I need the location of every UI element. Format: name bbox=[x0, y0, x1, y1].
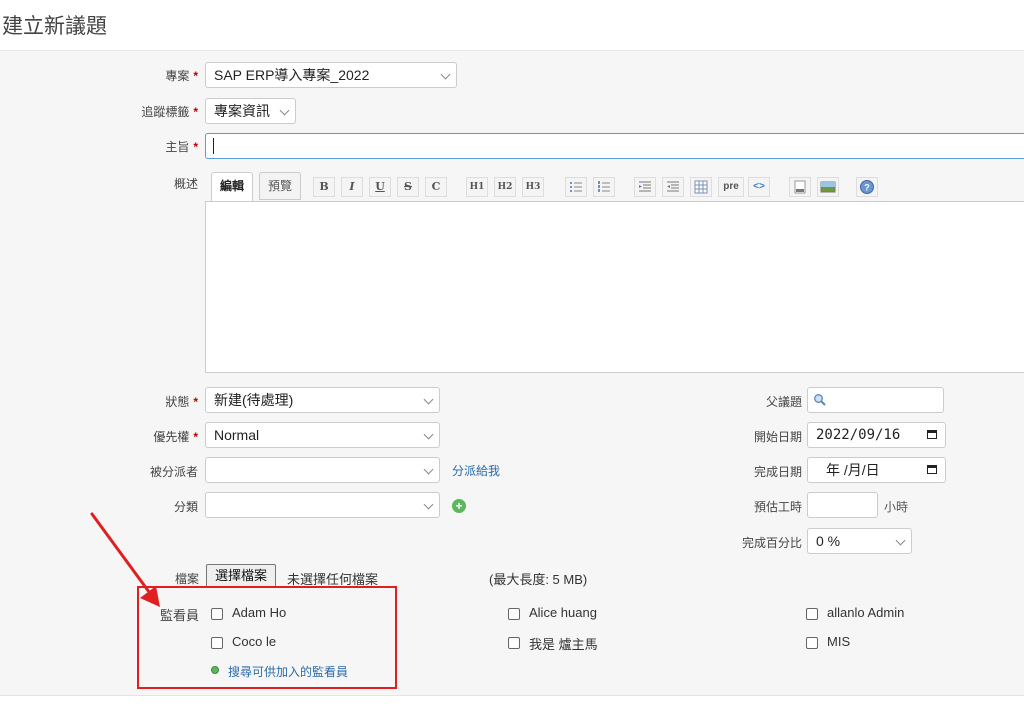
watcher-name: Alice huang bbox=[529, 605, 597, 620]
estimated-time-input[interactable] bbox=[807, 492, 878, 518]
watcher-name: MIS bbox=[827, 634, 851, 649]
tracker-label: 追蹤標籤 * bbox=[141, 105, 198, 119]
italic-icon[interactable]: I bbox=[341, 177, 363, 197]
pre-icon[interactable]: pre bbox=[718, 177, 744, 197]
heading1-icon[interactable]: H1 bbox=[466, 177, 488, 197]
project-label: 專案 * bbox=[165, 69, 198, 83]
choose-file-button[interactable]: 選擇檔案 bbox=[206, 564, 277, 588]
tracker-select[interactable]: 專案資訊 bbox=[205, 98, 296, 124]
chevron-down-icon bbox=[423, 394, 434, 405]
calendar-icon[interactable] bbox=[927, 465, 937, 474]
watcher-name: 我是 爐主馬 bbox=[529, 637, 598, 652]
done-ratio-select[interactable]: 0 % bbox=[807, 528, 912, 554]
calendar-icon[interactable] bbox=[927, 430, 937, 439]
svg-text:?: ? bbox=[864, 183, 870, 193]
underline-icon[interactable]: U bbox=[369, 177, 391, 197]
hours-unit: 小時 bbox=[884, 500, 909, 514]
chevron-down-icon bbox=[895, 535, 906, 546]
start-date-label: 開始日期 bbox=[753, 430, 802, 444]
subject-label: 主旨 * bbox=[165, 140, 198, 154]
code-inline-icon[interactable]: C bbox=[425, 177, 447, 197]
watcher-name: allanlo Admin bbox=[827, 605, 905, 620]
status-select[interactable]: 新建(待處理) bbox=[205, 387, 440, 413]
image-icon[interactable] bbox=[817, 177, 839, 197]
estimated-time-label: 預估工時 bbox=[753, 500, 802, 514]
chevron-down-icon bbox=[423, 464, 434, 475]
ordered-list-icon[interactable] bbox=[593, 177, 615, 197]
tab-preview[interactable]: 預覽 bbox=[259, 172, 302, 200]
due-date-label: 完成日期 bbox=[753, 465, 802, 479]
help-icon[interactable]: ? bbox=[856, 177, 878, 197]
assign-to-me-link[interactable]: 分派給我 bbox=[452, 462, 500, 479]
chevron-down-icon bbox=[440, 69, 451, 80]
add-category-icon[interactable]: + bbox=[452, 499, 466, 513]
status-label: 狀態 * bbox=[165, 395, 198, 409]
due-date-input[interactable]: 年 /月/日 bbox=[807, 457, 946, 483]
done-ratio-label: 完成百分比 bbox=[741, 536, 802, 550]
strikethrough-icon[interactable]: S bbox=[397, 177, 419, 197]
priority-label: 優先權 * bbox=[153, 430, 198, 444]
watcher-checkbox[interactable] bbox=[806, 608, 818, 620]
description-textarea[interactable] bbox=[205, 201, 1024, 373]
watcher-checkbox[interactable] bbox=[508, 637, 520, 649]
code-highlight-icon[interactable]: <> bbox=[748, 177, 770, 197]
category-select[interactable] bbox=[205, 492, 440, 518]
assignee-select[interactable] bbox=[205, 457, 440, 483]
text-cursor bbox=[213, 138, 214, 154]
start-date-input[interactable]: 2022/09/16 bbox=[807, 422, 946, 448]
bold-icon[interactable]: B bbox=[313, 177, 335, 197]
search-icon bbox=[814, 394, 826, 406]
subject-input[interactable] bbox=[205, 133, 1024, 159]
chevron-down-icon bbox=[423, 429, 434, 440]
description-label: 概述 bbox=[173, 177, 198, 191]
assignee-label: 被分派者 bbox=[149, 465, 198, 479]
watcher-checkbox[interactable] bbox=[806, 637, 818, 649]
project-select[interactable]: SAP ERP導入專案_2022 bbox=[205, 62, 457, 88]
parent-issue-input[interactable] bbox=[807, 387, 944, 413]
watcher-checkbox[interactable] bbox=[508, 608, 520, 620]
max-size-text: (最大長度: 5 MB) bbox=[489, 572, 588, 587]
chevron-down-icon bbox=[423, 499, 434, 510]
parent-issue-label: 父議題 bbox=[765, 395, 802, 409]
unordered-list-icon[interactable] bbox=[565, 177, 587, 197]
indent-left-icon[interactable] bbox=[662, 177, 684, 197]
annotation-arrow-icon bbox=[90, 512, 160, 607]
page-title: 建立新議題 bbox=[2, 15, 107, 38]
tab-edit[interactable]: 編輯 bbox=[211, 172, 254, 202]
indent-right-icon[interactable] bbox=[634, 177, 656, 197]
heading3-icon[interactable]: H3 bbox=[522, 177, 544, 197]
table-icon[interactable] bbox=[690, 177, 712, 197]
chevron-down-icon bbox=[279, 105, 290, 116]
heading2-icon[interactable]: H2 bbox=[494, 177, 516, 197]
priority-select[interactable]: Normal bbox=[205, 422, 440, 448]
link-icon[interactable] bbox=[789, 177, 811, 197]
